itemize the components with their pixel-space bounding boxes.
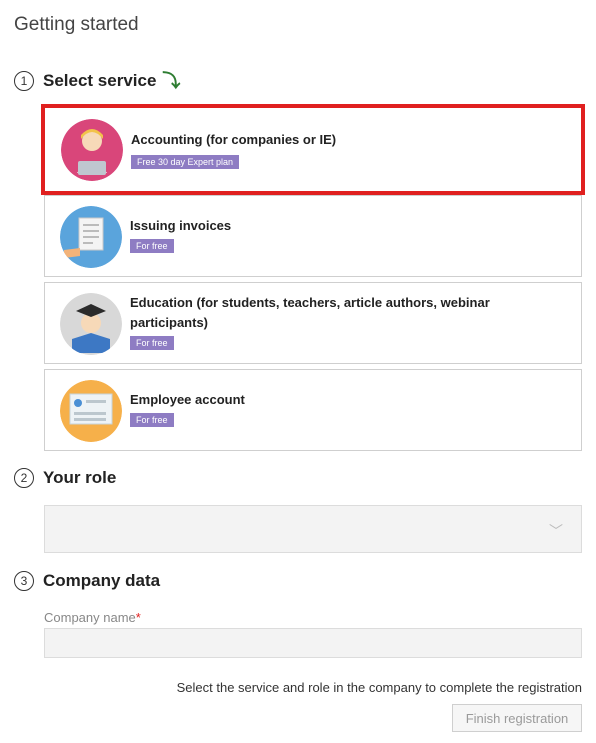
- service-title: Education (for students, teachers, artic…: [130, 295, 490, 330]
- accountant-avatar-icon: [61, 119, 123, 181]
- step-your-role: 2 Your role: [14, 468, 116, 488]
- plan-badge: Free 30 day Expert plan: [131, 155, 240, 169]
- role-select[interactable]: ﹀: [44, 505, 582, 553]
- service-card-invoices[interactable]: Issuing invoices For free: [44, 195, 582, 277]
- page-title: Getting started: [14, 14, 139, 35]
- finish-registration-button[interactable]: Finish registration: [452, 704, 582, 732]
- invoice-icon: [60, 206, 122, 268]
- step-label: Company data: [43, 571, 161, 590]
- service-card-education[interactable]: Education (for students, teachers, artic…: [44, 282, 582, 364]
- step-number: 3: [14, 571, 34, 591]
- step-select-service: 1 Select service ⤵: [14, 71, 180, 91]
- service-title: Accounting (for companies or IE): [131, 132, 337, 147]
- plan-badge: For free: [130, 239, 174, 253]
- step-label: Your role: [43, 468, 117, 487]
- step-number: 1: [14, 71, 34, 91]
- graduate-icon: [60, 293, 122, 355]
- step-label: Select service: [43, 71, 157, 90]
- plan-badge: For free: [130, 413, 174, 427]
- company-name-label-text: Company name: [44, 610, 136, 625]
- company-name-label: Company name*: [44, 610, 141, 625]
- plan-badge: For free: [130, 336, 174, 350]
- employee-card-icon: [60, 380, 122, 442]
- registration-hint: Select the service and role in the compa…: [176, 680, 582, 695]
- service-title: Issuing invoices: [130, 218, 232, 233]
- chevron-down-icon: ﹀: [549, 523, 563, 539]
- step-number: 2: [14, 468, 34, 488]
- required-mark: *: [135, 610, 141, 625]
- service-title: Employee account: [130, 392, 245, 407]
- arrow-down-icon: ⤵: [162, 71, 181, 91]
- step-company-data: 3 Company data: [14, 571, 160, 591]
- service-card-employee[interactable]: Employee account For free: [44, 369, 582, 451]
- company-name-input[interactable]: [44, 628, 582, 658]
- service-card-accounting[interactable]: Accounting (for companies or IE) Free 30…: [41, 104, 585, 195]
